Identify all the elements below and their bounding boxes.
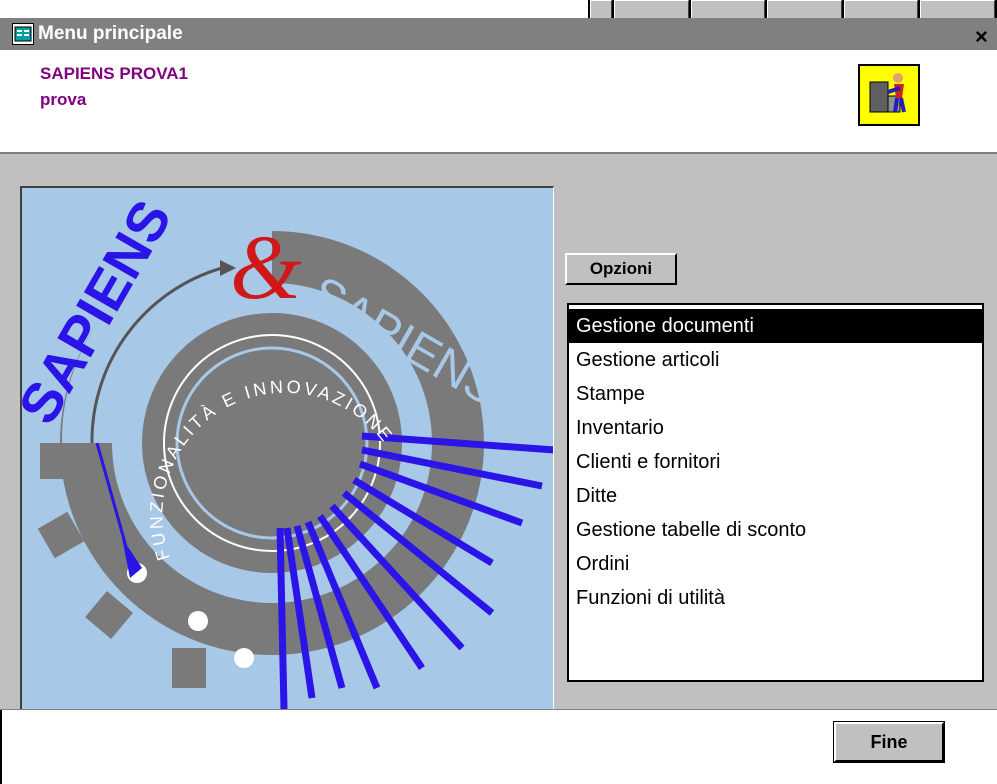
main-panel: SAPIENS & SAPIENS FUNZIONALITÀ E INNOVAZ… — [0, 154, 997, 709]
footer-left-border — [0, 710, 2, 784]
menu-item-ordini[interactable]: Ordini — [569, 547, 982, 581]
user-name: prova — [40, 90, 87, 109]
menu-item-gestione-documenti[interactable]: Gestione documenti — [569, 309, 982, 343]
menu-item-inventario[interactable]: Inventario — [569, 411, 982, 445]
window-menu-icon[interactable] — [12, 23, 34, 45]
exit-icon — [869, 73, 906, 113]
company-name: SAPIENS PROVA1 — [40, 64, 189, 83]
menu-item-stampe[interactable]: Stampe — [569, 377, 982, 411]
close-icon[interactable]: × — [975, 26, 997, 48]
menu-item-funzioni-utilita[interactable]: Funzioni di utilità — [569, 581, 982, 615]
logo-image: SAPIENS & SAPIENS FUNZIONALITÀ E INNOVAZ… — [20, 186, 554, 709]
menu-item-gestione-articoli[interactable]: Gestione articoli — [569, 343, 982, 377]
logo-ampersand: & — [230, 216, 302, 318]
footer: Fine — [0, 710, 997, 784]
menu-item-clienti-fornitori[interactable]: Clienti e fornitori — [569, 445, 982, 479]
menu-list[interactable]: Gestione documenti Gestione articoli Sta… — [567, 303, 984, 682]
fine-button[interactable]: Fine — [833, 721, 945, 763]
menu-item-tabelle-sconto[interactable]: Gestione tabelle di sconto — [569, 513, 982, 547]
title-bar: Menu principale × — [0, 18, 997, 50]
header: SAPIENS PROVA1 prova — [0, 50, 997, 152]
exit-button[interactable] — [858, 64, 920, 126]
window-title: Menu principale — [38, 23, 183, 44]
options-button[interactable]: Opzioni — [565, 253, 677, 285]
menu-item-ditte[interactable]: Ditte — [569, 479, 982, 513]
